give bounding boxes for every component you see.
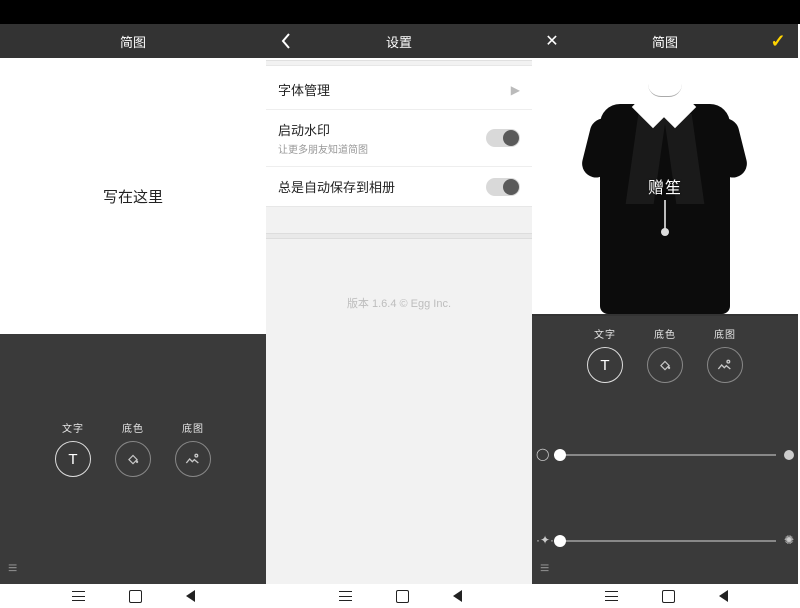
editor-lower-1: 文字 T 底色 底图 xyxy=(0,334,266,584)
text-icon: T xyxy=(55,441,91,477)
phone-panel-2: 设置 字体管理 ▶ 启动水印 让更多朋友知道简图 xyxy=(266,24,532,584)
header-title-3: 简图 xyxy=(652,32,678,51)
android-nav-row xyxy=(0,584,800,608)
tool-fill-label-1: 底色 xyxy=(122,420,144,435)
home-button[interactable] xyxy=(396,590,409,603)
watermark-toggle[interactable] xyxy=(486,129,520,147)
slider-brightness[interactable]: ·✦· ✺ xyxy=(554,540,776,542)
home-button[interactable] xyxy=(129,590,142,603)
canvas-text: 赠笙 xyxy=(648,174,682,198)
hamburger-icon-3[interactable]: ≡ xyxy=(540,560,549,578)
header-bar-3: ✕ 简图 ✓ xyxy=(532,24,798,58)
check-icon: ✓ xyxy=(770,31,785,52)
settings-row-fonts[interactable]: 字体管理 ▶ xyxy=(266,66,532,109)
settings-fonts-label: 字体管理 xyxy=(278,80,330,99)
tool-image-label-1: 底图 xyxy=(182,420,204,435)
header-title-1: 简图 xyxy=(120,32,146,51)
android-nav-1 xyxy=(0,584,267,608)
back-nav-button[interactable] xyxy=(453,590,462,602)
phone-panel-1: 简图 写在这里 文字 T 底色 xyxy=(0,24,266,584)
image-icon xyxy=(707,347,743,383)
tool-text-label-3: 文字 xyxy=(594,326,616,341)
header-bar-2: 设置 xyxy=(266,24,532,58)
paint-bucket-icon xyxy=(115,441,151,477)
canvas-panel-1[interactable]: 写在这里 xyxy=(0,58,266,334)
tool-fill-3[interactable]: 底色 xyxy=(647,326,683,383)
tool-text-3[interactable]: 文字 T xyxy=(587,326,623,383)
tool-text-label-1: 文字 xyxy=(62,420,84,435)
android-nav-3 xyxy=(533,584,800,608)
editor-lower-3: 文字 T 底色 底图 xyxy=(532,316,798,584)
home-button[interactable] xyxy=(662,590,675,603)
phone-panel-3: ✕ 简图 ✓ 赠笙 文字 T xyxy=(532,24,798,584)
brightness-low-icon: ·✦· xyxy=(536,533,554,547)
text-icon: T xyxy=(587,347,623,383)
back-nav-button[interactable] xyxy=(186,590,195,602)
tool-fill-label-3: 底色 xyxy=(654,326,676,341)
canvas-panel-3[interactable]: 赠笙 xyxy=(532,58,798,316)
settings-watermark-label: 启动水印 xyxy=(278,120,368,139)
contrast-low-icon: ◯ xyxy=(536,447,549,461)
hamburger-icon-1[interactable]: ≡ xyxy=(8,560,17,578)
tool-text-1[interactable]: 文字 T xyxy=(55,420,91,477)
version-line: 版本 1.6.4 © Egg Inc. xyxy=(266,295,532,311)
chevron-right-icon: ▶ xyxy=(511,83,520,97)
header-title-2: 设置 xyxy=(386,32,412,51)
recent-apps-button[interactable] xyxy=(72,591,85,601)
brightness-high-icon: ✺ xyxy=(784,533,794,547)
tool-fill-1[interactable]: 底色 xyxy=(115,420,151,477)
paint-bucket-icon xyxy=(647,347,683,383)
confirm-button[interactable]: ✓ xyxy=(758,24,798,58)
settings-watermark-sub: 让更多朋友知道简图 xyxy=(278,141,368,156)
chevron-left-icon xyxy=(281,33,291,49)
tool-image-label-3: 底图 xyxy=(714,326,736,341)
settings-autosave-label: 总是自动保存到相册 xyxy=(278,177,395,196)
slider-thumb-2[interactable] xyxy=(554,535,566,547)
divider-bar xyxy=(266,233,532,239)
close-icon: ✕ xyxy=(545,31,558,51)
settings-row-watermark[interactable]: 启动水印 让更多朋友知道简图 xyxy=(266,109,532,166)
settings-body: 字体管理 ▶ 启动水印 让更多朋友知道简图 总是自动保存到相册 xyxy=(266,58,532,584)
recent-apps-button[interactable] xyxy=(605,591,618,601)
canvas-placeholder-text: 写在这里 xyxy=(103,186,163,207)
slider-contrast[interactable]: ◯ xyxy=(554,454,776,456)
back-button[interactable] xyxy=(266,24,306,58)
close-button[interactable]: ✕ xyxy=(532,24,572,58)
settings-group: 字体管理 ▶ 启动水印 让更多朋友知道简图 总是自动保存到相册 xyxy=(266,65,532,207)
contrast-high-icon xyxy=(784,450,794,460)
recent-apps-button[interactable] xyxy=(339,591,352,601)
slider-thumb-1[interactable] xyxy=(554,449,566,461)
top-black-bar xyxy=(0,0,800,24)
header-bar-1: 简图 xyxy=(0,24,266,58)
autosave-toggle[interactable] xyxy=(486,178,520,196)
back-nav-button[interactable] xyxy=(719,590,728,602)
image-icon xyxy=(175,441,211,477)
android-nav-2 xyxy=(267,584,534,608)
tool-image-1[interactable]: 底图 xyxy=(175,420,211,477)
settings-row-autosave[interactable]: 总是自动保存到相册 xyxy=(266,166,532,206)
tool-image-3[interactable]: 底图 xyxy=(707,326,743,383)
